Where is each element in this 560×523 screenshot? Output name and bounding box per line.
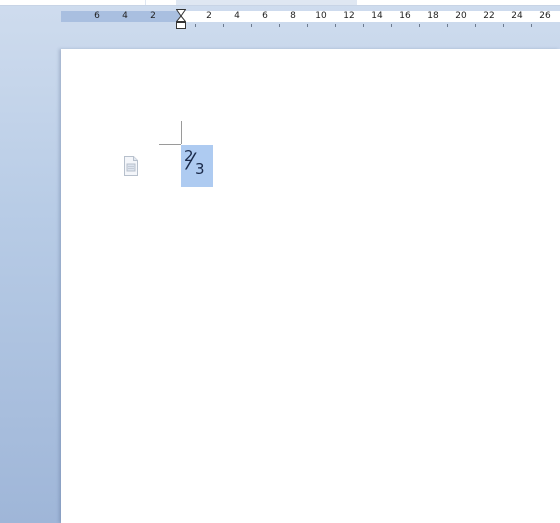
ruler-label: 22 [483, 11, 495, 21]
ruler-tick [447, 24, 448, 27]
ruler-tick [335, 24, 336, 27]
ruler-label: 10 [315, 11, 327, 21]
document-page[interactable] [61, 49, 560, 523]
ruler-tick [391, 24, 392, 27]
ruler-tick [419, 24, 420, 27]
fraction-slash: ⁄ [189, 150, 193, 175]
top-strip [0, 0, 560, 6]
ruler-tick [279, 24, 280, 27]
ruler-label: 2 [206, 11, 212, 21]
ruler-tick [531, 24, 532, 27]
ruler-label: 24 [511, 11, 523, 21]
top-strip-segment [0, 0, 145, 5]
text-boundary-corner-horizontal [159, 144, 181, 145]
ruler-label: 18 [427, 11, 439, 21]
ruler-tick [475, 24, 476, 27]
ruler-label: 12 [343, 11, 355, 21]
ruler-tick [251, 24, 252, 27]
ruler-tick [223, 24, 224, 27]
ruler-label: 4 [234, 11, 240, 21]
ruler-label: 16 [399, 11, 411, 21]
ruler-label: 6 [262, 11, 268, 21]
ruler-tick [195, 24, 196, 27]
fraction-denominator: 3 [195, 160, 205, 178]
ruler-label: 8 [290, 11, 296, 21]
top-strip-segment [357, 0, 560, 5]
ruler-tick [503, 24, 504, 27]
ruler-label: 26 [539, 11, 551, 21]
ruler-label: 2 [150, 11, 156, 21]
text-boundary-corner-vertical [181, 121, 182, 144]
ruler-label: 6 [94, 11, 100, 21]
ruler-label: 4 [122, 11, 128, 21]
ruler-tick [307, 24, 308, 27]
ruler-label: 20 [455, 11, 467, 21]
hourglass-indent-marker-icon[interactable] [175, 9, 187, 29]
top-strip-segment [146, 0, 176, 5]
fraction-text[interactable]: 2 ⁄ 3 [181, 145, 213, 187]
ruler-label: 14 [371, 11, 383, 21]
ruler-tick [363, 24, 364, 27]
document-icon[interactable] [121, 155, 141, 177]
horizontal-ruler[interactable]: 6 4 2 2 4 6 8 10 12 14 16 18 20 22 24 26 [0, 8, 560, 28]
